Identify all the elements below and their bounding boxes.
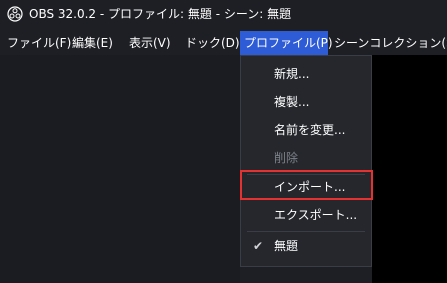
menu-item-label: エクスポート... <box>274 208 358 222</box>
obs-logo-icon <box>7 6 23 22</box>
menu-item-export[interactable]: エクスポート... <box>241 201 371 229</box>
menu-edit[interactable]: 編集(E) <box>68 31 117 55</box>
menu-item-rename[interactable]: 名前を変更... <box>241 116 371 144</box>
window-title: OBS 32.0.2 - プロファイル: 無題 - シーン: 無題 <box>29 7 292 21</box>
menu-dock[interactable]: ドック(D) <box>181 31 244 55</box>
menu-profile[interactable]: プロファイル(P) <box>240 31 333 55</box>
title-bar: OBS 32.0.2 - プロファイル: 無題 - シーン: 無題 <box>0 0 447 28</box>
menu-item-duplicate[interactable]: 複製... <box>241 88 371 116</box>
menu-item-label: 無題 <box>274 239 299 253</box>
menu-item-label: 複製... <box>274 95 310 109</box>
menu-item-new[interactable]: 新規... <box>241 60 371 88</box>
menu-item-delete: 削除 <box>241 144 371 172</box>
menu-bar: ファイル(F) 編集(E) 表示(V) ドック(D) プロファイル(P) シーン… <box>0 31 447 55</box>
menu-file[interactable]: ファイル(F) <box>3 31 75 55</box>
menu-item-label: 名前を変更... <box>274 123 346 137</box>
menu-view[interactable]: 表示(V) <box>125 31 175 55</box>
menu-item-label: 新規... <box>274 67 310 81</box>
menu-item-profile-untitled[interactable]: ✔ 無題 <box>241 232 371 260</box>
menu-item-import[interactable]: インポート... <box>241 173 371 201</box>
menu-item-label: 削除 <box>274 151 299 165</box>
checkmark-icon: ✔ <box>253 239 264 253</box>
profile-dropdown-menu: 新規... 複製... 名前を変更... 削除 インポート... エクスポート.… <box>240 55 372 267</box>
main-panel <box>0 55 240 283</box>
obs-main-window: OBS 32.0.2 - プロファイル: 無題 - シーン: 無題 ファイル(F… <box>0 0 447 283</box>
menu-scene-collection[interactable]: シーンコレクション(S) <box>330 31 447 55</box>
menu-item-label: インポート... <box>274 180 346 194</box>
preview-canvas[interactable] <box>372 55 447 283</box>
